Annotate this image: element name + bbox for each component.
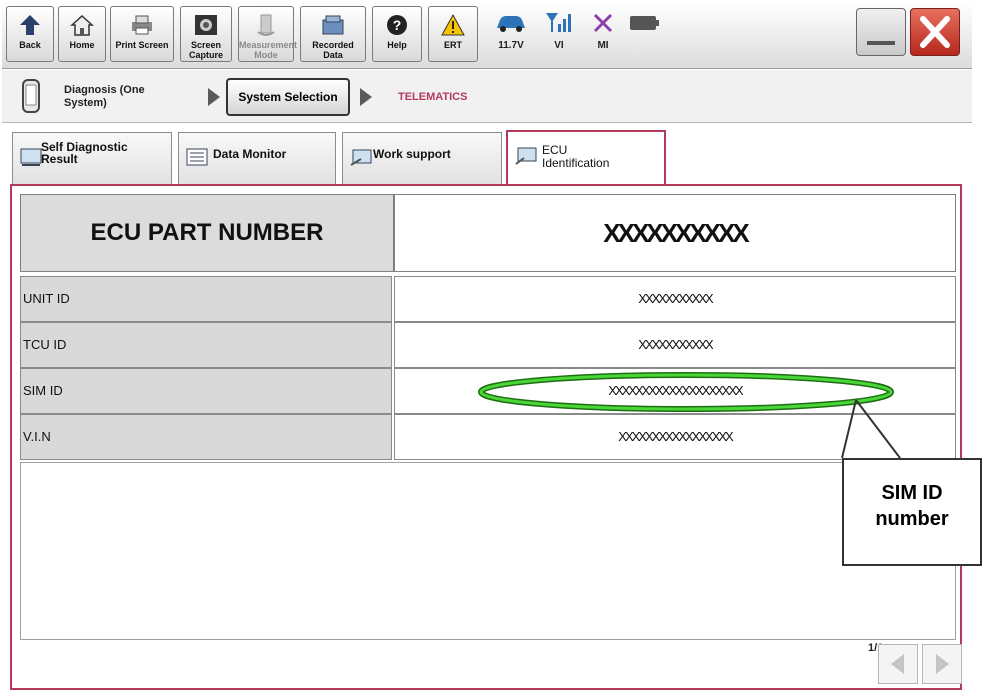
left-arrow-icon: [891, 654, 904, 674]
breadcrumb-arrow-icon: [208, 88, 220, 106]
voltage-value: 11.7V: [498, 40, 524, 51]
help-label: Help: [387, 40, 407, 50]
back-button[interactable]: Back: [6, 6, 54, 62]
table-row: UNIT ID XXXXXXXXXXX: [20, 276, 956, 322]
sim-id-highlight-ellipse: [478, 372, 894, 412]
tcu-id-label: TCU ID: [20, 322, 392, 368]
breadcrumb-diagnosis-line2: System): [64, 97, 107, 109]
ecu-part-number-value: XXXXXXXXXX: [394, 194, 956, 272]
mi-status: MI: [580, 6, 626, 62]
tab-self-diagnostic-line2: Result: [41, 152, 78, 166]
tab-ecu-identification[interactable]: ECU Identification: [506, 130, 666, 186]
consult-window: Back Home Print Screen Screen Capture Me…: [0, 0, 990, 698]
ert-button[interactable]: ERT: [428, 6, 478, 62]
tab-work-support[interactable]: Work support: [342, 132, 502, 184]
right-arrow-icon: [936, 654, 949, 674]
mi-label: MI: [597, 40, 609, 51]
table-row: V.I.N XXXXXXXXXXXXXXXXX: [20, 414, 956, 460]
vi-label: VI: [554, 40, 564, 51]
self-diagnostic-icon: [20, 148, 42, 166]
battery-icon: [630, 16, 659, 30]
printer-icon: [132, 15, 152, 35]
camera-icon: [195, 15, 217, 35]
car-icon: [497, 16, 525, 32]
home-label: Home: [69, 40, 95, 50]
home-button[interactable]: Home: [58, 6, 106, 62]
measurement-label-1: Measurement: [239, 40, 298, 50]
recorded-data-icon: [322, 15, 344, 35]
minimize-icon: [867, 41, 895, 45]
tab-data-monitor-label: Data Monitor: [213, 147, 287, 161]
identification-table: UNIT ID XXXXXXXXXXX TCU ID XXXXXXXXXXX S…: [20, 276, 956, 460]
recorded-data-button[interactable]: Recorded Data: [300, 6, 366, 62]
screen-capture-button[interactable]: Screen Capture: [180, 6, 232, 62]
warning-icon: [441, 13, 465, 36]
breadcrumb-telematics: TELEMATICS: [398, 91, 468, 103]
battery-status: [622, 6, 668, 62]
close-icon: [920, 16, 950, 48]
unit-id-label: UNIT ID: [20, 276, 392, 322]
back-arrow-icon: [20, 15, 40, 35]
tab-ecu-line2: Identification: [542, 156, 610, 170]
help-button[interactable]: ? Help: [372, 6, 422, 62]
breadcrumb-arrow-icon: [360, 88, 372, 106]
close-button[interactable]: [910, 8, 960, 56]
tab-work-support-label: Work support: [373, 147, 451, 161]
measurement-mode-button[interactable]: Measurement Mode: [238, 6, 298, 62]
ecu-part-number-label: ECU PART NUMBER: [20, 194, 394, 272]
minimize-button[interactable]: [856, 8, 906, 56]
breadcrumb: [2, 70, 972, 123]
home-icon: [70, 14, 94, 36]
sim-id-label: SIM ID: [20, 368, 392, 414]
screen-capture-label-1: Screen: [190, 40, 222, 50]
recorded-label-2: Data: [323, 50, 343, 60]
ecu-identification-icon: [515, 147, 537, 165]
next-page-button[interactable]: [922, 644, 962, 684]
device-icon: [22, 79, 40, 113]
empty-list-area: [20, 462, 956, 640]
callout-line1: SIM ID: [881, 482, 943, 504]
battery-voltage-status: 11.7V: [488, 6, 534, 62]
tab-self-diagnostic-result[interactable]: Self Diagnostic Result: [12, 132, 172, 184]
tab-data-monitor[interactable]: Data Monitor: [178, 132, 336, 184]
help-icon: ?: [387, 15, 407, 35]
vi-status: VI: [536, 6, 582, 62]
breadcrumb-diagnosis-line1: Diagnosis (One: [64, 84, 145, 96]
ert-label: ERT: [444, 40, 462, 50]
mi-disconnected-icon: [593, 13, 613, 33]
measurement-label-2: Mode: [254, 50, 278, 60]
work-support-icon: [350, 149, 372, 166]
sim-id-callout: SIM ID number: [842, 458, 982, 566]
print-screen-label: Print Screen: [115, 40, 169, 50]
data-monitor-icon: [186, 148, 208, 166]
screen-capture-label-2: Capture: [188, 50, 223, 60]
system-selection-button[interactable]: System Selection: [226, 78, 350, 116]
unit-id-value: XXXXXXXXXXX: [394, 276, 956, 322]
breadcrumb-diagnosis[interactable]: Diagnosis (One System): [64, 84, 145, 110]
table-row: TCU ID XXXXXXXXXXX: [20, 322, 956, 368]
measurement-icon: [257, 14, 275, 36]
recorded-label-1: Recorded: [312, 40, 354, 50]
print-screen-button[interactable]: Print Screen: [110, 6, 174, 62]
callout-line2: number: [875, 508, 949, 530]
signal-icon: [546, 13, 571, 32]
back-label: Back: [19, 40, 41, 50]
tcu-id-value: XXXXXXXXXXX: [394, 322, 956, 368]
svg-text:?: ?: [393, 17, 402, 33]
previous-page-button[interactable]: [878, 644, 918, 684]
tab-ecu-line1: ECU: [542, 143, 568, 157]
vin-value: XXXXXXXXXXXXXXXXX: [394, 414, 956, 460]
vin-label: V.I.N: [20, 414, 392, 460]
